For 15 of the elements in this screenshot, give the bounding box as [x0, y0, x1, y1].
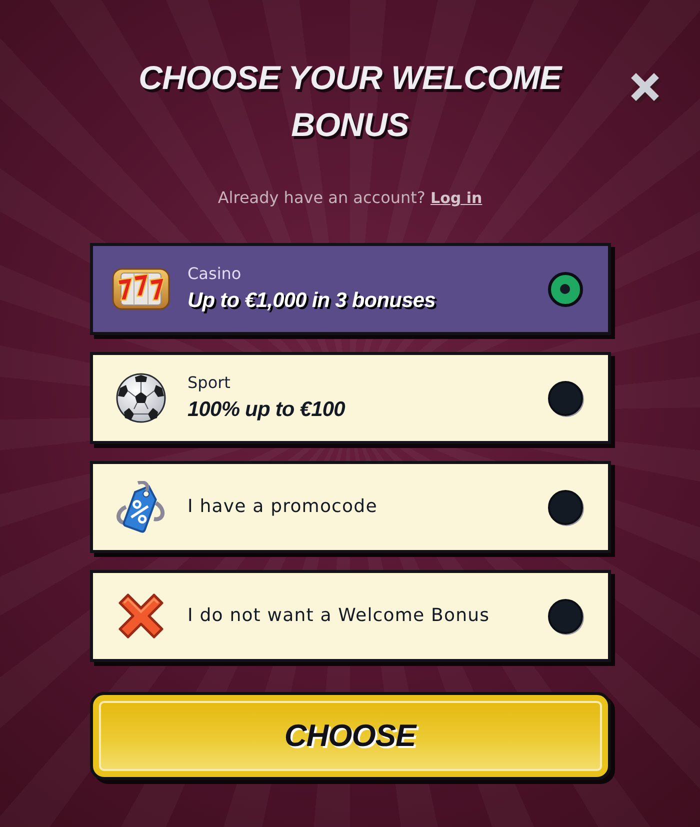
- option-label: I do not want a Welcome Bonus: [188, 604, 490, 628]
- login-link[interactable]: Log in: [430, 189, 482, 207]
- radio-button[interactable]: [548, 598, 582, 634]
- bonus-offer-text: Up to €1,000 in 3 bonuses: [188, 288, 436, 314]
- radio-button[interactable]: [548, 380, 582, 416]
- dialog-title: CHOOSE YOUR WELCOME BONUS: [138, 58, 564, 145]
- login-prompt-text: Already have an account?: [218, 188, 426, 207]
- option-label: I have a promocode: [188, 495, 378, 519]
- option-label: Sport: [188, 373, 230, 393]
- option-label: Casino: [188, 264, 242, 284]
- close-icon: [630, 71, 662, 103]
- radio-button[interactable]: [548, 272, 582, 306]
- radio-button[interactable]: [548, 490, 582, 524]
- close-button[interactable]: [630, 71, 662, 103]
- bonus-offer-text: 100% up to €100: [188, 397, 345, 423]
